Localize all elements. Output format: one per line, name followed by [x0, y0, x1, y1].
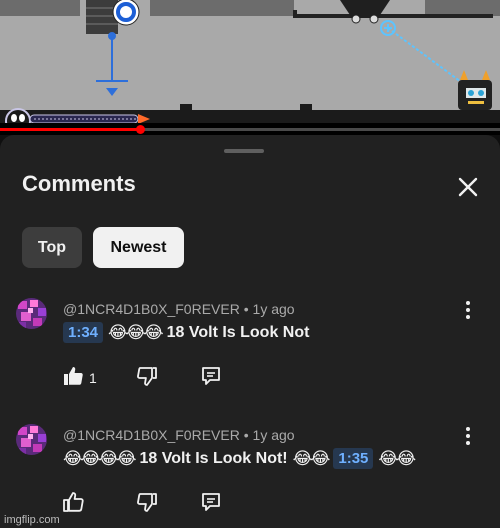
meta-separator: • — [243, 301, 253, 317]
like-icon[interactable] — [61, 364, 85, 388]
timestamp-link[interactable]: 1:34 — [63, 322, 104, 343]
comment-text-segment: 18 Volt Is Look Not — [166, 323, 310, 341]
filter-chip-top[interactable]: Top — [22, 227, 82, 268]
comment-item: @1NCR4D1B0X_F0REVER • 1y ago 😂😂😂😂 18 Vol… — [0, 424, 500, 528]
avatar-image — [16, 298, 47, 329]
close-icon[interactable] — [454, 173, 482, 201]
video-frame — [0, 0, 500, 134]
reply-icon[interactable] — [199, 490, 223, 514]
emoji-text: 😂😂 — [292, 448, 331, 469]
comment-item: @1NCR4D1B0X_F0REVER • 1y ago 1:34 😂😂😂 18… — [0, 298, 500, 408]
emoji-text: 😂😂😂😂 — [63, 448, 136, 469]
more-options-icon[interactable] — [460, 425, 476, 447]
video-progress-fill — [0, 128, 140, 131]
filter-chip-newest[interactable]: Newest — [93, 227, 184, 268]
comment-author[interactable]: @1NCR4D1B0X_F0REVER — [63, 427, 240, 443]
meta-separator: • — [243, 427, 253, 443]
comment-age: 1y ago — [252, 301, 295, 317]
comment-author[interactable]: @1NCR4D1B0X_F0REVER — [63, 301, 240, 317]
like-icon[interactable] — [61, 490, 85, 514]
avatar[interactable] — [16, 424, 47, 455]
avatar[interactable] — [16, 298, 47, 329]
avatar-image — [16, 424, 47, 455]
comment-text-segment: 18 Volt Is Look Not! — [139, 449, 288, 467]
more-options-icon[interactable] — [460, 299, 476, 321]
dislike-icon[interactable] — [135, 490, 159, 514]
reply-icon[interactable] — [199, 364, 223, 388]
comment-age: 1y ago — [252, 427, 295, 443]
timestamp-link[interactable]: 1:35 — [333, 448, 374, 469]
comment-meta: @1NCR4D1B0X_F0REVER • 1y ago — [63, 301, 295, 317]
emoji-text: 😂😂 — [378, 448, 416, 469]
video-progress-track[interactable] — [0, 128, 500, 131]
emoji-text: 😂😂😂 — [108, 322, 164, 343]
drag-handle[interactable] — [224, 149, 264, 153]
comment-text: 1:34 😂😂😂 18 Volt Is Look Not — [63, 322, 309, 343]
like-count: 1 — [89, 370, 97, 386]
video-player[interactable] — [0, 0, 500, 135]
comment-text: 😂😂😂😂 18 Volt Is Look Not! 😂😂 1:35 😂😂 — [63, 448, 416, 469]
dislike-icon[interactable] — [135, 364, 159, 388]
comment-meta: @1NCR4D1B0X_F0REVER • 1y ago — [63, 427, 295, 443]
watermark: imgflip.com — [4, 514, 60, 526]
game-scene — [0, 0, 500, 134]
comments-title: Comments — [22, 171, 136, 196]
comments-sheet: Comments Top Newest @1NCR4D1B0X_F0REVER … — [0, 135, 500, 528]
video-scrubber[interactable] — [136, 125, 145, 134]
